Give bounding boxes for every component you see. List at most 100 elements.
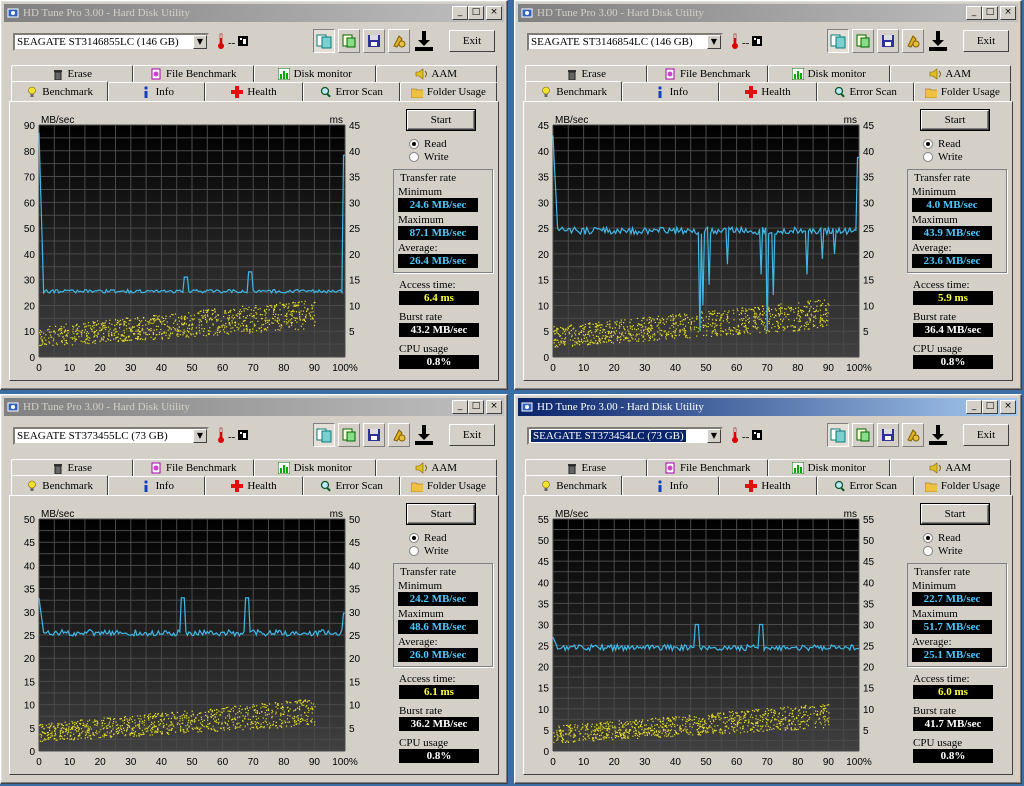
- drive-select[interactable]: SEAGATE ST373455LC (73 GB) ▼: [13, 427, 209, 445]
- save-icon[interactable]: [877, 29, 899, 53]
- copy-text-icon[interactable]: [827, 423, 849, 447]
- copy-screenshot-icon[interactable]: [338, 423, 360, 447]
- tab-disk-monitor[interactable]: Disk monitor: [768, 65, 890, 82]
- title-bar[interactable]: HD Tune Pro 3.00 - Hard Disk Utility _ □…: [518, 4, 1018, 22]
- copy-screenshot-icon[interactable]: [852, 29, 874, 53]
- tab-benchmark[interactable]: Benchmark: [11, 81, 109, 101]
- tab-erase[interactable]: Erase: [11, 459, 133, 476]
- tab-erase[interactable]: Erase: [525, 459, 647, 476]
- read-radio[interactable]: Read: [923, 531, 1007, 544]
- download-icon[interactable]: [927, 29, 949, 53]
- save-icon[interactable]: [363, 423, 385, 447]
- maximize-button[interactable]: □: [982, 6, 998, 20]
- title-bar[interactable]: HD Tune Pro 3.00 - Hard Disk Utility _ □…: [518, 398, 1018, 416]
- chevron-down-icon[interactable]: ▼: [193, 35, 207, 49]
- write-radio[interactable]: Write: [923, 544, 1007, 557]
- close-button[interactable]: ×: [1000, 400, 1016, 414]
- tab-erase[interactable]: Erase: [11, 65, 133, 82]
- tab-info[interactable]: Info: [622, 476, 720, 495]
- options-icon[interactable]: [388, 423, 410, 447]
- tab-folder-usage[interactable]: Folder Usage: [399, 476, 498, 495]
- tab-info[interactable]: Info: [108, 82, 206, 101]
- copy-text-icon[interactable]: [827, 29, 849, 53]
- tab-error-scan[interactable]: Error Scan: [302, 476, 400, 495]
- close-button[interactable]: ×: [1000, 6, 1016, 20]
- tab-benchmark[interactable]: Benchmark: [525, 475, 623, 495]
- exit-button[interactable]: Exit: [963, 30, 1009, 52]
- tab-aam[interactable]: AAM: [889, 459, 1011, 476]
- read-radio[interactable]: Read: [923, 137, 1007, 150]
- title-bar[interactable]: HD Tune Pro 3.00 - Hard Disk Utility _ □…: [4, 4, 504, 22]
- minimize-button[interactable]: _: [966, 400, 982, 414]
- tab-disk-monitor[interactable]: Disk monitor: [254, 65, 376, 82]
- tab-aam[interactable]: AAM: [889, 65, 1011, 82]
- access-time-point: [152, 722, 154, 725]
- exit-button[interactable]: Exit: [449, 30, 495, 52]
- save-icon[interactable]: [363, 29, 385, 53]
- read-radio[interactable]: Read: [409, 137, 493, 150]
- maximize-button[interactable]: □: [468, 6, 484, 20]
- save-icon[interactable]: [877, 423, 899, 447]
- write-radio[interactable]: Write: [409, 150, 493, 163]
- copy-screenshot-icon[interactable]: [338, 29, 360, 53]
- tab-error-scan[interactable]: Error Scan: [816, 82, 914, 101]
- start-button[interactable]: Start: [921, 110, 989, 130]
- minimize-button[interactable]: _: [452, 400, 468, 414]
- tab-file-benchmark[interactable]: File Benchmark: [646, 459, 768, 476]
- title-bar[interactable]: HD Tune Pro 3.00 - Hard Disk Utility _ □…: [4, 398, 504, 416]
- drive-select[interactable]: SEAGATE ST3146854LC (146 GB) ▼: [527, 33, 723, 51]
- start-button[interactable]: Start: [407, 504, 475, 524]
- download-icon[interactable]: [413, 423, 435, 447]
- tab-aam[interactable]: AAM: [375, 65, 497, 82]
- tab-folder-usage[interactable]: Folder Usage: [913, 476, 1012, 495]
- chevron-down-icon[interactable]: ▼: [707, 429, 721, 443]
- read-radio[interactable]: Read: [409, 531, 493, 544]
- download-icon[interactable]: [927, 423, 949, 447]
- close-button[interactable]: ×: [486, 400, 502, 414]
- drive-select[interactable]: SEAGATE ST373454LC (73 GB) ▼: [527, 427, 723, 445]
- tab-benchmark[interactable]: Benchmark: [11, 475, 109, 495]
- tab-info[interactable]: Info: [622, 82, 720, 101]
- minimize-button[interactable]: _: [966, 6, 982, 20]
- tab-health[interactable]: Health: [205, 82, 303, 101]
- chevron-down-icon[interactable]: ▼: [707, 35, 721, 49]
- maximize-button[interactable]: □: [468, 400, 484, 414]
- tab-folder-usage[interactable]: Folder Usage: [399, 82, 498, 101]
- tab-disk-monitor[interactable]: Disk monitor: [254, 459, 376, 476]
- tab-health[interactable]: Health: [719, 82, 817, 101]
- tab-info[interactable]: Info: [108, 476, 206, 495]
- minimize-button[interactable]: _: [452, 6, 468, 20]
- copy-screenshot-icon[interactable]: [852, 423, 874, 447]
- start-button[interactable]: Start: [921, 504, 989, 524]
- tab-folder-usage[interactable]: Folder Usage: [913, 82, 1012, 101]
- tab-benchmark[interactable]: Benchmark: [525, 81, 623, 101]
- tab-disk-monitor[interactable]: Disk monitor: [768, 459, 890, 476]
- options-icon[interactable]: [902, 29, 924, 53]
- options-icon[interactable]: [388, 29, 410, 53]
- access-time-point: [141, 329, 143, 331]
- tab-aam[interactable]: AAM: [375, 459, 497, 476]
- exit-button[interactable]: Exit: [449, 424, 495, 446]
- close-button[interactable]: ×: [486, 6, 502, 20]
- drive-select[interactable]: SEAGATE ST3146855LC (146 GB) ▼: [13, 33, 209, 51]
- copy-text-icon[interactable]: [313, 29, 335, 53]
- chevron-down-icon[interactable]: ▼: [193, 429, 207, 443]
- tab-erase[interactable]: Erase: [525, 65, 647, 82]
- write-radio[interactable]: Write: [923, 150, 1007, 163]
- start-button[interactable]: Start: [407, 110, 475, 130]
- tab-error-scan[interactable]: Error Scan: [302, 82, 400, 101]
- exit-button[interactable]: Exit: [963, 424, 1009, 446]
- tab-file-benchmark[interactable]: File Benchmark: [132, 459, 254, 476]
- tab-error-scan[interactable]: Error Scan: [816, 476, 914, 495]
- maximize-button[interactable]: □: [982, 400, 998, 414]
- tab-file-benchmark[interactable]: File Benchmark: [132, 65, 254, 82]
- options-icon[interactable]: [902, 423, 924, 447]
- download-icon[interactable]: [413, 29, 435, 53]
- access-time-point: [181, 323, 183, 326]
- copy-text-icon[interactable]: [313, 423, 335, 447]
- tab-health[interactable]: Health: [205, 476, 303, 495]
- write-radio[interactable]: Write: [409, 544, 493, 557]
- tab-health[interactable]: Health: [719, 476, 817, 495]
- access-time-point: [755, 316, 757, 318]
- tab-file-benchmark[interactable]: File Benchmark: [646, 65, 768, 82]
